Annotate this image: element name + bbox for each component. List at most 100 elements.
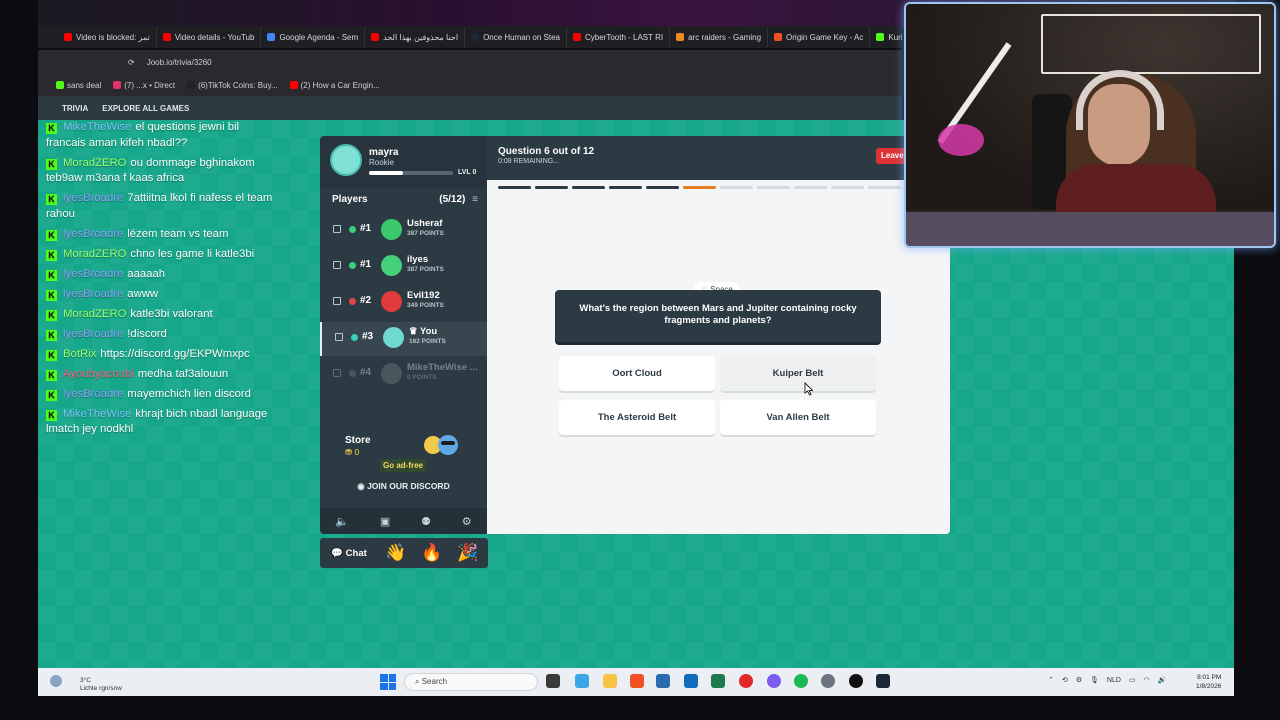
profile-card[interactable]: mayra Rookie LVL 0 [320,136,487,188]
chat-username[interactable]: MoradZERO [63,308,126,320]
browser-tab[interactable]: Google Agenda - Sem [261,27,366,47]
player-row[interactable]: #2 Evil192 349 POINTS [320,286,487,320]
player-checkbox[interactable] [335,333,343,341]
browser-tab[interactable]: احنا محذوفين بهذا الحد [365,27,466,47]
reload-icon[interactable]: ⟳ [128,58,135,67]
tray-settings-icon[interactable]: ⚙ [1076,676,1082,684]
answer-button-4[interactable]: Van Allen Belt [720,400,876,435]
browser-tab[interactable]: Origin Game Key - Ac [768,27,871,47]
address-bar[interactable]: ⟳ Joob.io/trivia/3260 [38,50,902,74]
chat-username[interactable]: lyesBroadre [63,192,123,204]
chat-message: KlyesBroadre mayemchich lien discord [46,387,276,403]
bookmark-item[interactable]: (6)TikTok Coins: Buy... [187,81,278,90]
browser-tab[interactable]: KuriTox Stream - Wa [870,27,902,47]
party-emote-button[interactable]: 🎉 [450,543,486,563]
stream-chat-overlay: K MikeTheWise el questions jewni bil franc… [46,120,276,442]
answer-button-1[interactable]: Oort Cloud [559,356,715,391]
screen-icon[interactable]: ▣ [380,515,390,528]
chat-username[interactable]: lyesBroadre [63,328,123,340]
chat-button[interactable]: 💬 Chat [320,548,378,559]
speaker-icon[interactable]: 🔊 [1158,676,1167,684]
player-row[interactable]: #1 ilyes 387 POINTS [320,250,487,284]
copilot-icon[interactable] [575,674,589,688]
chat-username[interactable]: MikeTheWise [63,408,131,420]
windows-start-icon[interactable] [380,674,396,690]
browser-tab[interactable]: Video is blocked: تمر [58,27,157,47]
chat-message: K MoradZERO chno les game li katle3bi [46,247,276,263]
store-card[interactable]: Store ⛃ 0 Go ad-free [320,419,487,477]
bookmark-item[interactable]: sans deal [56,81,101,90]
file-explorer-icon[interactable] [603,674,617,688]
taskbar-clock[interactable]: 8:01 PM 1/8/2026 [1196,673,1221,691]
browser-tab[interactable]: arc raiders - Gaming [670,27,769,47]
settings-icon[interactable]: ⚙ [462,515,472,528]
task-view-icon[interactable] [546,674,560,688]
chat-username[interactable]: Ayoubyacoubi [63,368,134,380]
browser-tab[interactable]: Video details - YouTub [157,27,262,47]
players-sidebar: mayra Rookie LVL 0 Players (5/12) ≡ #1 Us… [320,136,487,534]
store-app-icon[interactable] [656,674,670,688]
people-icon[interactable]: ⚉ [421,515,431,528]
wifi-icon[interactable]: ◠ [1144,676,1150,684]
chat-username[interactable]: MikeTheWise [63,121,131,133]
chat-username[interactable]: lyesBroadre [63,268,123,280]
mouse-cursor-icon [804,382,814,396]
chevron-up-icon[interactable]: ⌃ [1048,676,1054,684]
avatar [381,255,402,276]
chat-username[interactable]: MoradZERO [63,157,126,169]
player-checkbox[interactable] [333,297,341,305]
browser-tab[interactable]: CyberTooth - LAST RI [567,27,671,47]
chat-username[interactable]: lyesBroadre [63,228,123,240]
office-icon[interactable] [630,674,644,688]
join-discord-button[interactable]: ◉ JOIN OUR DISCORD [320,481,487,493]
progress-segment [535,186,568,189]
progress-segment [683,186,716,189]
spotify-icon[interactable] [794,674,808,688]
nav-trivia[interactable]: TRIVIA [62,104,88,113]
profile-name: mayra [369,147,399,158]
player-points: 387 POINTS [407,266,444,273]
player-row[interactable]: #4 MikeTheWise ... 0 POINTS [320,358,487,392]
browser-tab[interactable]: Once Human on Stea [465,27,567,47]
player-row[interactable]: #1 Usheraf 387 POINTS [320,214,487,248]
players-header: Players (5/12) ≡ [332,194,478,205]
fire-emote-button[interactable]: 🔥 [414,543,450,563]
tab-label: Once Human on Stea [483,32,560,42]
player-row[interactable]: #3 ♛ You 162 POINTS [320,322,487,356]
outlook-icon[interactable] [684,674,698,688]
filter-icon[interactable]: ≡ [472,194,478,205]
volume-icon[interactable]: 🔈 [335,515,349,528]
answer-button-2[interactable]: Kuiper Belt [720,356,876,391]
chat-username[interactable]: MoradZERO [63,248,126,260]
display-icon[interactable]: ▭ [1129,676,1136,684]
player-checkbox[interactable] [333,225,341,233]
chat-username[interactable]: lyesBroadre [63,288,123,300]
taskbar-search[interactable]: ⌕ Search [404,673,538,691]
opera-icon[interactable] [739,674,753,688]
bookmark-item[interactable]: (2) How a Car Engin... [289,81,380,90]
wave-emote-button[interactable]: 👋 [378,543,414,563]
system-tray: ⌃ ⟲ ⚙ 🎙 NLD ▭ ◠ 🔊 [1048,676,1167,685]
bookmark-favicon-icon [113,81,122,89]
language-indicator[interactable]: NLD [1107,677,1121,684]
chat-username[interactable]: lyesBroadre [63,388,123,400]
progress-segment [831,186,864,189]
steam-icon[interactable] [876,674,890,688]
settings-taskbar-icon[interactable] [821,674,835,688]
progress-segment [794,186,827,189]
obs-icon[interactable] [849,674,863,688]
bookmark-item[interactable]: (7) ...x • Direct [113,81,175,90]
tray-app-icon[interactable]: ⟲ [1062,676,1068,684]
player-name: MikeTheWise ... [407,362,477,373]
player-checkbox[interactable] [333,261,341,269]
weather-icon[interactable] [50,675,62,687]
mic-icon[interactable]: 🎙 [1090,676,1099,684]
discord-taskbar-icon[interactable] [767,674,781,688]
address-url[interactable]: Joob.io/trivia/3260 [147,58,212,67]
ad-free-button[interactable]: Go ad-free [380,459,427,472]
chat-username[interactable]: BotRix [63,348,96,360]
player-checkbox[interactable] [333,369,341,377]
terminal-icon[interactable] [711,674,725,688]
answer-button-3[interactable]: The Asteroid Belt [559,400,715,435]
nav-explore-all-games[interactable]: EXPLORE ALL GAMES [102,104,189,113]
